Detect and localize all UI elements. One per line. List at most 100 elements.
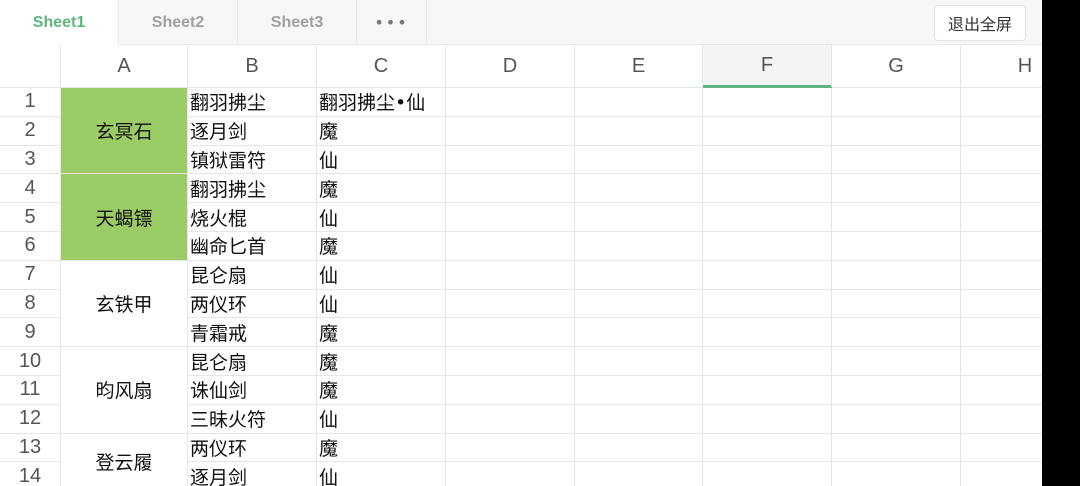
cell-f4[interactable] xyxy=(703,174,832,204)
cell-g7[interactable] xyxy=(832,260,961,290)
cell-d1[interactable] xyxy=(446,88,575,117)
column-header-c[interactable]: C xyxy=(317,45,446,88)
cell-d5[interactable] xyxy=(446,203,575,232)
cell-d13[interactable] xyxy=(446,433,575,463)
cell-h14[interactable] xyxy=(961,462,1042,486)
cell-f1[interactable] xyxy=(703,88,832,117)
cell-b2[interactable]: 逐月剑 xyxy=(188,116,317,146)
row-header-11[interactable]: 11 xyxy=(0,376,61,405)
row-header-8[interactable]: 8 xyxy=(0,289,61,319)
cell-d14[interactable] xyxy=(446,462,575,486)
cell-e14[interactable] xyxy=(575,462,703,486)
more-sheets-button[interactable]: ••• xyxy=(357,0,427,45)
cell-c12[interactable]: 仙 xyxy=(317,404,446,434)
cell-f3[interactable] xyxy=(703,145,832,175)
row-header-12[interactable]: 12 xyxy=(0,404,61,434)
cell-b9[interactable]: 青霜戒 xyxy=(188,318,317,348)
cell-h12[interactable] xyxy=(961,405,1042,434)
cell-h6[interactable] xyxy=(961,232,1042,261)
cell-h2[interactable] xyxy=(961,117,1042,146)
cell-f10[interactable] xyxy=(703,347,832,376)
cell-h11[interactable] xyxy=(961,376,1042,405)
cell-g8[interactable] xyxy=(832,289,961,319)
cell-f2[interactable] xyxy=(703,116,832,146)
cell-f5[interactable] xyxy=(703,203,832,232)
cell-c4[interactable]: 魔 xyxy=(317,174,446,204)
cell-b13[interactable]: 两仪环 xyxy=(188,433,317,463)
cell-c11[interactable]: 魔 xyxy=(317,376,446,405)
column-header-a[interactable]: A xyxy=(61,45,188,88)
cell-c10[interactable]: 魔 xyxy=(317,347,446,376)
cell-c6[interactable]: 魔 xyxy=(317,232,446,261)
cell-d3[interactable] xyxy=(446,145,575,175)
cell-d4[interactable] xyxy=(446,174,575,204)
cell-e5[interactable] xyxy=(575,203,703,232)
cell-d7[interactable] xyxy=(446,260,575,290)
cell-f11[interactable] xyxy=(703,376,832,405)
cell-e10[interactable] xyxy=(575,347,703,376)
cell-e6[interactable] xyxy=(575,232,703,261)
cell-e8[interactable] xyxy=(575,289,703,319)
exit-fullscreen-button[interactable]: 退出全屏 xyxy=(934,5,1026,41)
row-header-10[interactable]: 10 xyxy=(0,347,61,376)
cell-d8[interactable] xyxy=(446,289,575,319)
cell-f6[interactable] xyxy=(703,232,832,261)
cell-h1[interactable] xyxy=(961,88,1042,117)
cell-e4[interactable] xyxy=(575,174,703,204)
row-header-5[interactable]: 5 xyxy=(0,203,61,232)
cell-d11[interactable] xyxy=(446,376,575,405)
cell-g3[interactable] xyxy=(832,145,961,175)
cell-b7[interactable]: 昆仑扇 xyxy=(188,260,317,290)
cell-c5[interactable]: 仙 xyxy=(317,203,446,232)
merged-cell-a7[interactable]: 玄铁甲 xyxy=(61,260,188,348)
cell-b4[interactable]: 翻羽拂尘 xyxy=(188,174,317,204)
cell-h9[interactable] xyxy=(961,318,1042,348)
row-header-7[interactable]: 7 xyxy=(0,260,61,290)
cell-f8[interactable] xyxy=(703,289,832,319)
cell-f9[interactable] xyxy=(703,318,832,348)
column-header-f[interactable]: F xyxy=(703,45,832,88)
cell-g11[interactable] xyxy=(832,376,961,405)
cell-c14[interactable]: 仙 xyxy=(317,462,446,486)
cell-b10[interactable]: 昆仑扇 xyxy=(188,347,317,376)
cell-h7[interactable] xyxy=(961,261,1042,290)
cell-f7[interactable] xyxy=(703,260,832,290)
cell-e12[interactable] xyxy=(575,404,703,434)
cell-g6[interactable] xyxy=(832,232,961,261)
cell-f12[interactable] xyxy=(703,404,832,434)
merged-cell-a13[interactable]: 登云履 xyxy=(61,433,188,486)
row-header-3[interactable]: 3 xyxy=(0,145,61,175)
tab-sheet1[interactable]: Sheet1 xyxy=(0,0,119,45)
cell-b8[interactable]: 两仪环 xyxy=(188,289,317,319)
cell-g9[interactable] xyxy=(832,318,961,348)
cell-b1[interactable]: 翻羽拂尘 xyxy=(188,88,317,117)
cell-c7[interactable]: 仙 xyxy=(317,260,446,290)
row-header-2[interactable]: 2 xyxy=(0,116,61,146)
cell-d10[interactable] xyxy=(446,347,575,376)
cell-d12[interactable] xyxy=(446,404,575,434)
cell-b5[interactable]: 烧火棍 xyxy=(188,203,317,232)
cell-h3[interactable] xyxy=(961,146,1042,175)
cell-c3[interactable]: 仙 xyxy=(317,145,446,175)
column-header-h[interactable]: H xyxy=(961,45,1042,88)
cell-b6[interactable]: 幽命匕首 xyxy=(188,232,317,261)
row-header-6[interactable]: 6 xyxy=(0,232,61,261)
cell-g10[interactable] xyxy=(832,347,961,376)
cell-b3[interactable]: 镇狱雷符 xyxy=(188,145,317,175)
cell-c8[interactable]: 仙 xyxy=(317,289,446,319)
merged-cell-a10[interactable]: 昀风扇 xyxy=(61,347,188,434)
cell-c2[interactable]: 魔 xyxy=(317,116,446,146)
cell-g13[interactable] xyxy=(832,433,961,463)
cell-h4[interactable] xyxy=(961,174,1042,204)
tab-sheet3[interactable]: Sheet3 xyxy=(238,0,357,45)
column-header-b[interactable]: B xyxy=(188,45,317,88)
column-header-g[interactable]: G xyxy=(832,45,961,88)
row-header-13[interactable]: 13 xyxy=(0,433,61,463)
cell-c1[interactable]: 翻羽拂尘•仙 xyxy=(317,88,446,117)
cell-e1[interactable] xyxy=(575,88,703,117)
cell-b14[interactable]: 逐月剑 xyxy=(188,462,317,486)
cell-h13[interactable] xyxy=(961,434,1042,463)
cell-e7[interactable] xyxy=(575,260,703,290)
cell-f14[interactable] xyxy=(703,462,832,486)
cell-c13[interactable]: 魔 xyxy=(317,433,446,463)
